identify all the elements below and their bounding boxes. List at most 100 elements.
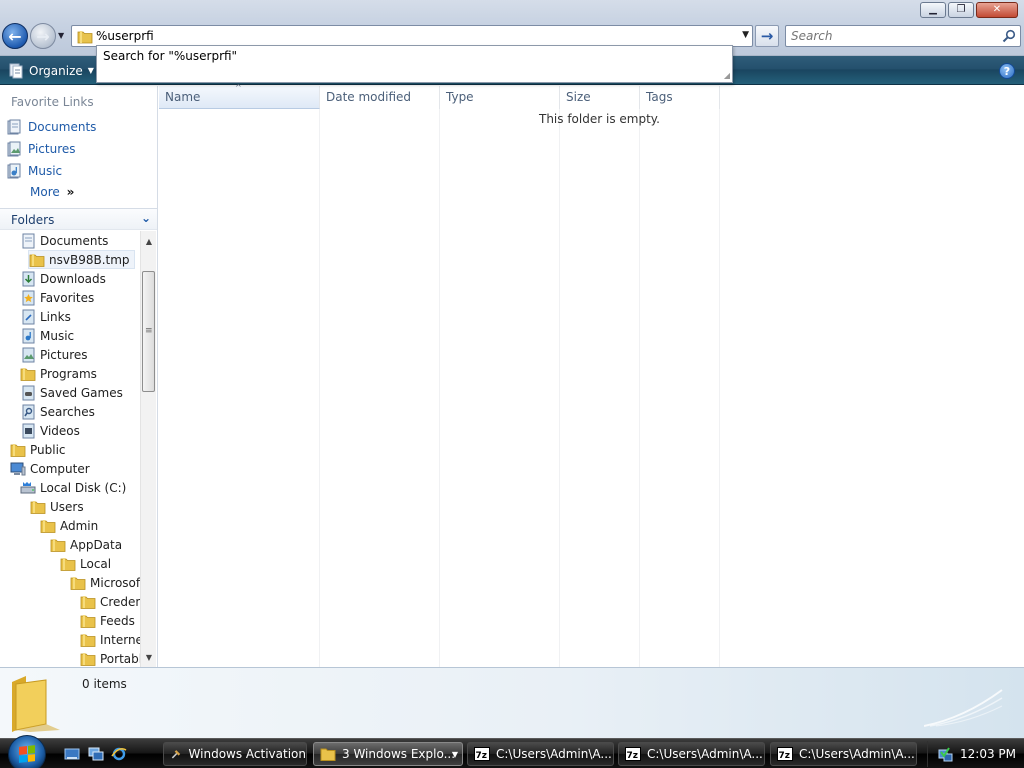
- help-button[interactable]: ?: [999, 63, 1015, 79]
- taskbar-button-7zip-2[interactable]: 7z C:\Users\Admin\A...: [618, 742, 765, 766]
- favorite-link-pictures[interactable]: Pictures: [6, 140, 76, 158]
- close-button[interactable]: ✕: [976, 2, 1018, 18]
- address-suggestion-dropdown: Search for "%userprfi" ◢: [96, 45, 733, 83]
- favorites-icon: [22, 290, 35, 305]
- switch-windows-icon[interactable]: [88, 746, 104, 762]
- favorite-link-label: Music: [28, 164, 63, 178]
- tree-item-label: Interne: [100, 632, 140, 647]
- tree-item[interactable]: Public: [10, 440, 66, 459]
- tree-item[interactable]: Favorites: [20, 288, 94, 307]
- 7zip-icon: 7z: [474, 747, 490, 761]
- column-header-type[interactable]: Type: [440, 86, 560, 109]
- tree-item[interactable]: Microsof: [70, 573, 140, 592]
- tree-item[interactable]: Feeds: [80, 611, 135, 630]
- decorative-swirl-icon: [924, 689, 1003, 727]
- folder-tree-scrollbar[interactable]: ▲ ≡ ▼: [140, 231, 156, 667]
- search-box[interactable]: [785, 25, 1021, 47]
- search-input[interactable]: [791, 28, 996, 44]
- suggestion-item[interactable]: Search for "%userprfi": [103, 49, 237, 63]
- taskbar-button-windows-activation[interactable]: Windows Activation: [163, 742, 307, 766]
- resize-grip-icon[interactable]: ◢: [724, 71, 730, 80]
- scroll-down-icon[interactable]: ▼: [141, 649, 157, 665]
- tree-item[interactable]: Creden: [80, 592, 140, 611]
- favorite-link-documents[interactable]: Documents: [6, 118, 96, 136]
- tree-item-label: Microsof: [90, 575, 140, 590]
- tree-item-label: Searches: [40, 404, 95, 419]
- column-header-tags[interactable]: Tags: [640, 86, 720, 109]
- tree-item[interactable]: Programs: [20, 364, 97, 383]
- tree-item[interactable]: Downloads: [20, 269, 106, 288]
- recent-pages-button[interactable]: ▼: [58, 31, 68, 41]
- navigation-pane: Favorite Links Documents Pictures Music …: [0, 86, 158, 667]
- column-header-name[interactable]: Name ^: [159, 83, 320, 109]
- folder-icon: [10, 443, 26, 457]
- tree-item[interactable]: Users: [30, 497, 84, 516]
- go-button[interactable]: →: [755, 25, 779, 47]
- tree-item-label: Downloads: [40, 271, 106, 286]
- tree-item-label: Users: [50, 499, 84, 514]
- tree-item[interactable]: Documents: [20, 231, 108, 250]
- links-icon: [22, 309, 35, 324]
- organize-button[interactable]: Organize ▼: [4, 60, 100, 81]
- tree-item[interactable]: Music: [20, 326, 74, 345]
- folder-icon: [50, 538, 66, 552]
- downloads-icon: [22, 271, 35, 286]
- forward-button[interactable]: →: [30, 23, 56, 49]
- taskbar: Windows Activation 3 Windows Explo... ▼ …: [0, 735, 1024, 768]
- folder-icon: [77, 31, 93, 44]
- minimize-button[interactable]: ▁: [920, 2, 946, 18]
- tree-item[interactable]: Computer: [10, 459, 90, 478]
- back-arrow-icon: ←: [8, 26, 22, 46]
- tree-item[interactable]: Searches: [20, 402, 95, 421]
- tree-item-label: Feeds: [100, 613, 135, 628]
- search-icon[interactable]: [1002, 29, 1016, 43]
- folders-header[interactable]: Folders ⌄: [0, 208, 157, 230]
- taskbar-button-windows-explorer[interactable]: 3 Windows Explo... ▼: [313, 742, 463, 766]
- address-dropdown-icon[interactable]: ▼: [742, 30, 749, 40]
- tree-item[interactable]: Saved Games: [20, 383, 123, 402]
- favorite-link-label: Documents: [28, 120, 97, 134]
- column-header-date-modified[interactable]: Date modified: [320, 86, 440, 109]
- tree-item[interactable]: Local Disk (C:): [20, 478, 126, 497]
- maximize-button[interactable]: ❐: [948, 2, 974, 18]
- column-header-size[interactable]: Size: [560, 86, 640, 109]
- tree-item[interactable]: AppData: [50, 535, 122, 554]
- scroll-up-icon[interactable]: ▲: [141, 233, 157, 249]
- tree-item[interactable]: Pictures: [20, 345, 88, 364]
- pictures-icon: [7, 141, 21, 157]
- tree-item[interactable]: Portabl: [80, 649, 140, 667]
- tree-item[interactable]: Interne: [80, 630, 140, 649]
- taskbar-button-7zip-1[interactable]: 7z C:\Users\Admin\A...: [467, 742, 614, 766]
- more-favorites-link[interactable]: More »: [30, 185, 74, 199]
- internet-explorer-icon[interactable]: [111, 746, 127, 762]
- tree-item-label: AppData: [70, 537, 123, 552]
- tree-item-label: Portabl: [100, 651, 140, 666]
- start-button[interactable]: [8, 735, 46, 768]
- column-divider: [639, 109, 640, 667]
- address-input[interactable]: [96, 28, 726, 44]
- scrollbar-thumb[interactable]: ≡: [142, 271, 155, 392]
- show-desktop-icon[interactable]: [64, 746, 80, 762]
- column-divider: [439, 109, 440, 667]
- clock[interactable]: 12:03 PM: [960, 747, 1016, 761]
- tree-item[interactable]: nsvB98B.tmp: [28, 250, 135, 269]
- item-count: 0 items: [82, 677, 127, 691]
- tree-item[interactable]: Local: [60, 554, 111, 573]
- file-list[interactable]: Name ^ Date modified Type Size Tags This…: [159, 83, 1024, 667]
- help-icon: ?: [1003, 64, 1011, 78]
- taskbar-button-7zip-3[interactable]: 7z C:\Users\Admin\A...: [770, 742, 917, 766]
- tree-item-label: Local: [80, 556, 112, 571]
- computer-icon: [10, 462, 26, 475]
- favorite-link-music[interactable]: Music: [6, 162, 62, 180]
- back-button[interactable]: ←: [2, 23, 28, 49]
- folder-icon: [29, 253, 45, 267]
- tree-item[interactable]: Admin: [40, 516, 98, 535]
- chevron-down-icon: ⌄: [140, 211, 151, 225]
- folder-icon: [80, 595, 96, 609]
- pictures-icon: [22, 347, 35, 362]
- chevron-down-icon: ▼: [58, 31, 65, 40]
- tree-item[interactable]: Videos: [20, 421, 80, 440]
- tree-item[interactable]: Links: [20, 307, 71, 326]
- address-field[interactable]: ▼: [71, 25, 753, 47]
- network-icon[interactable]: [938, 746, 954, 762]
